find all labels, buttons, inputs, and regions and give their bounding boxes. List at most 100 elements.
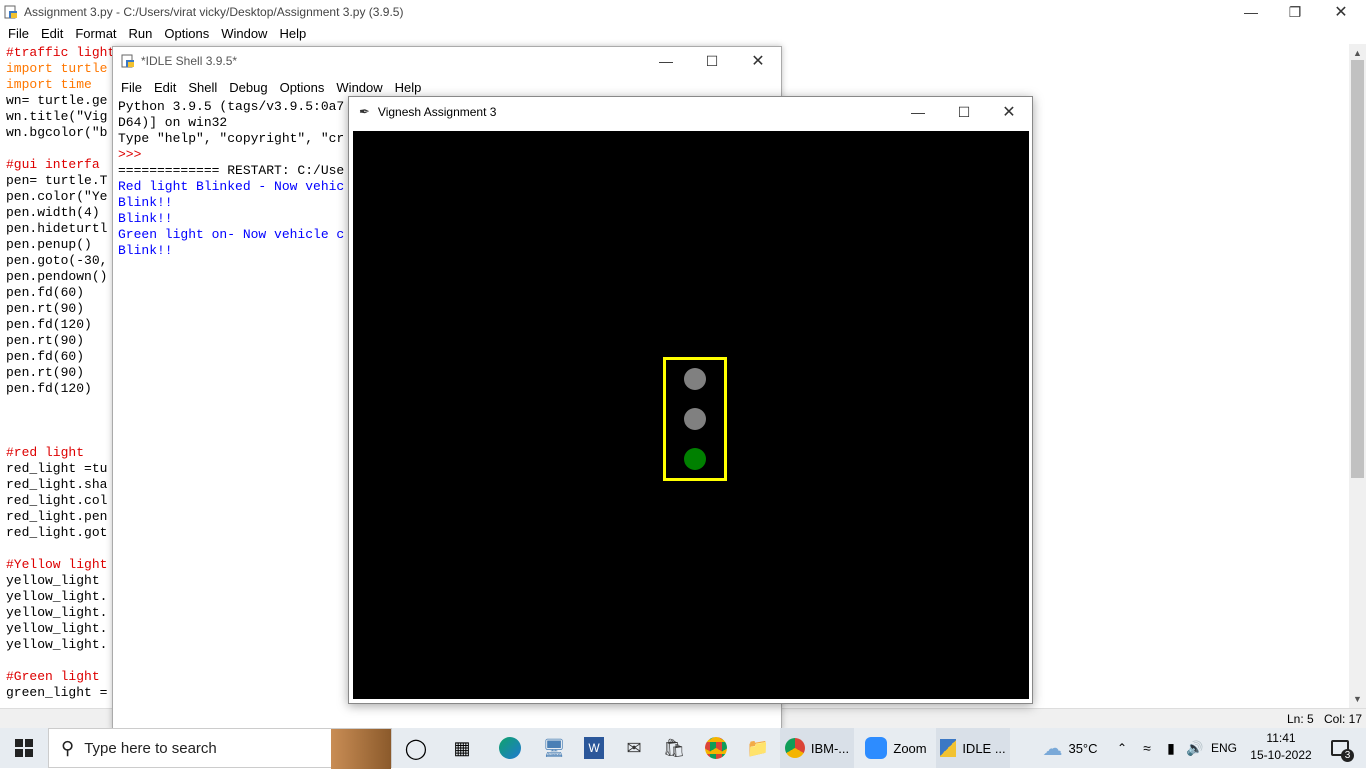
file-explorer-icon[interactable]: 📁 (738, 728, 778, 768)
scroll-up-icon[interactable]: ▲ (1353, 48, 1362, 58)
battery-icon[interactable]: ▮ (1160, 728, 1182, 768)
notification-count: 3 (1341, 749, 1354, 762)
menu-window[interactable]: Window (215, 26, 273, 41)
windows-start-icon[interactable] (0, 728, 48, 768)
scroll-thumb[interactable] (1351, 60, 1364, 478)
code-line: #red light (6, 445, 85, 460)
code-line: yellow_light. (6, 637, 108, 652)
editor-menubar: File Edit Format Run Options Window Help (2, 23, 312, 43)
code-editor[interactable]: #traffic light import turtle import time wn… (6, 45, 112, 705)
menu-options[interactable]: Options (158, 26, 215, 41)
search-highlight-icon (331, 729, 391, 769)
mail-icon[interactable]: ✉ (614, 728, 654, 768)
shell-menu-debug[interactable]: Debug (223, 80, 273, 95)
taskbar-app-zoom[interactable]: Zoom (858, 728, 934, 768)
python-file-icon (4, 5, 18, 19)
code-line: pen.pendown() (6, 269, 108, 284)
shell-line: Blink!! (118, 195, 173, 210)
code-line: green_light = (6, 685, 108, 700)
shell-menu-shell[interactable]: Shell (182, 80, 223, 95)
network-icon[interactable]: ≈ (1136, 728, 1158, 768)
shell-maximize-button[interactable]: ☐ (689, 49, 735, 73)
turtle-maximize-button[interactable]: ☐ (941, 100, 987, 124)
shell-line: Type "help", "copyright", "cr (118, 131, 345, 146)
code-line: pen.rt(90) (6, 365, 85, 380)
shell-title: *IDLE Shell 3.9.5* (141, 54, 238, 68)
scroll-down-icon[interactable]: ▼ (1353, 694, 1362, 704)
code-line: pen.goto(-30, (6, 253, 108, 268)
menu-help[interactable]: Help (273, 26, 312, 41)
cortana-icon[interactable]: ◯ (396, 728, 436, 768)
minimize-button[interactable]: — (1228, 0, 1274, 24)
code-line: yellow_light. (6, 589, 108, 604)
turtle-minimize-button[interactable]: — (895, 100, 941, 124)
search-icon: ⚲ (61, 737, 75, 758)
language-indicator[interactable]: ENG (1208, 728, 1240, 768)
clock-date: 15-10-2022 (1250, 748, 1312, 762)
code-line: wn.title("Vig (6, 109, 108, 124)
idle-icon (940, 739, 957, 757)
menu-run[interactable]: Run (123, 26, 159, 41)
zoom-label: Zoom (893, 740, 927, 756)
red-light (684, 368, 706, 390)
menu-edit[interactable]: Edit (35, 26, 69, 41)
code-line: yellow_light (6, 573, 108, 588)
chrome-icon[interactable] (696, 728, 736, 768)
shell-close-button[interactable]: ✕ (735, 49, 781, 73)
code-line: wn= turtle.ge (6, 93, 108, 108)
computer-icon[interactable]: 🖥 (534, 728, 574, 768)
turtle-close-button[interactable]: ✕ (986, 100, 1032, 124)
editor-scrollbar[interactable]: ▲ ▼ (1349, 44, 1366, 708)
code-line: pen.fd(120) (6, 317, 92, 332)
menu-format[interactable]: Format (69, 26, 122, 41)
turtle-canvas[interactable] (353, 131, 1029, 699)
idle-label: IDLE ... (962, 740, 1006, 756)
cloud-icon: ☁ (1042, 737, 1063, 760)
editor-title: Assignment 3.py - C:/Users/virat vicky/D… (24, 5, 404, 19)
chrome-label: IBM-... (810, 740, 850, 756)
shell-line: Blink!! (118, 211, 173, 226)
code-line: #Green light (6, 669, 100, 684)
shell-menu-window[interactable]: Window (330, 80, 388, 95)
shell-line: >>> (118, 147, 142, 162)
taskbar-app-chrome[interactable]: IBM-... (780, 728, 854, 768)
code-line: red_light.col (6, 493, 108, 508)
line-number: Ln: 5 (1287, 712, 1314, 726)
yellow-light (684, 408, 706, 430)
idle-icon (121, 54, 135, 68)
store-icon[interactable]: 🛍 (654, 728, 694, 768)
shell-menu-file[interactable]: File (115, 80, 148, 95)
shell-menu-options[interactable]: Options (274, 80, 331, 95)
clock-time: 11:41 (1266, 731, 1296, 745)
shell-menu-edit[interactable]: Edit (148, 80, 182, 95)
close-button[interactable]: ✕ (1318, 0, 1364, 24)
clock[interactable]: 11:41 15-10-2022 (1244, 730, 1318, 766)
green-light (684, 448, 706, 470)
word-icon[interactable]: W (574, 728, 614, 768)
code-line: wn.bgcolor("b (6, 125, 108, 140)
shell-line: ============= RESTART: C:/Use (118, 163, 345, 178)
shell-menu-help[interactable]: Help (389, 80, 428, 95)
volume-icon[interactable]: 🔊 (1184, 728, 1206, 768)
editor-titlebar: Assignment 3.py - C:/Users/virat vicky/D… (0, 0, 1366, 24)
task-view-icon[interactable]: ▦ (442, 728, 482, 768)
menu-file[interactable]: File (2, 26, 35, 41)
code-line: red_light.got (6, 525, 108, 540)
chevron-up-icon[interactable]: ⌃ (1112, 728, 1132, 768)
code-line: yellow_light. (6, 621, 108, 636)
shell-output[interactable]: Python 3.9.5 (tags/v3.9.5:0a7 D64)] on wi… (118, 99, 350, 719)
code-line: pen.fd(120) (6, 381, 92, 396)
weather-widget[interactable]: ☁ 35°C (1034, 728, 1106, 768)
restore-button[interactable]: ❐ (1272, 0, 1318, 24)
edge-icon[interactable] (490, 728, 530, 768)
code-line: red_light =tu (6, 461, 108, 476)
taskbar-app-idle[interactable]: IDLE ... (936, 728, 1010, 768)
weather-temp: 35°C (1068, 740, 1098, 756)
notification-icon[interactable]: 3 (1320, 728, 1360, 768)
shell-minimize-button[interactable]: — (643, 49, 689, 73)
search-box[interactable]: ⚲ Type here to search (48, 728, 392, 769)
